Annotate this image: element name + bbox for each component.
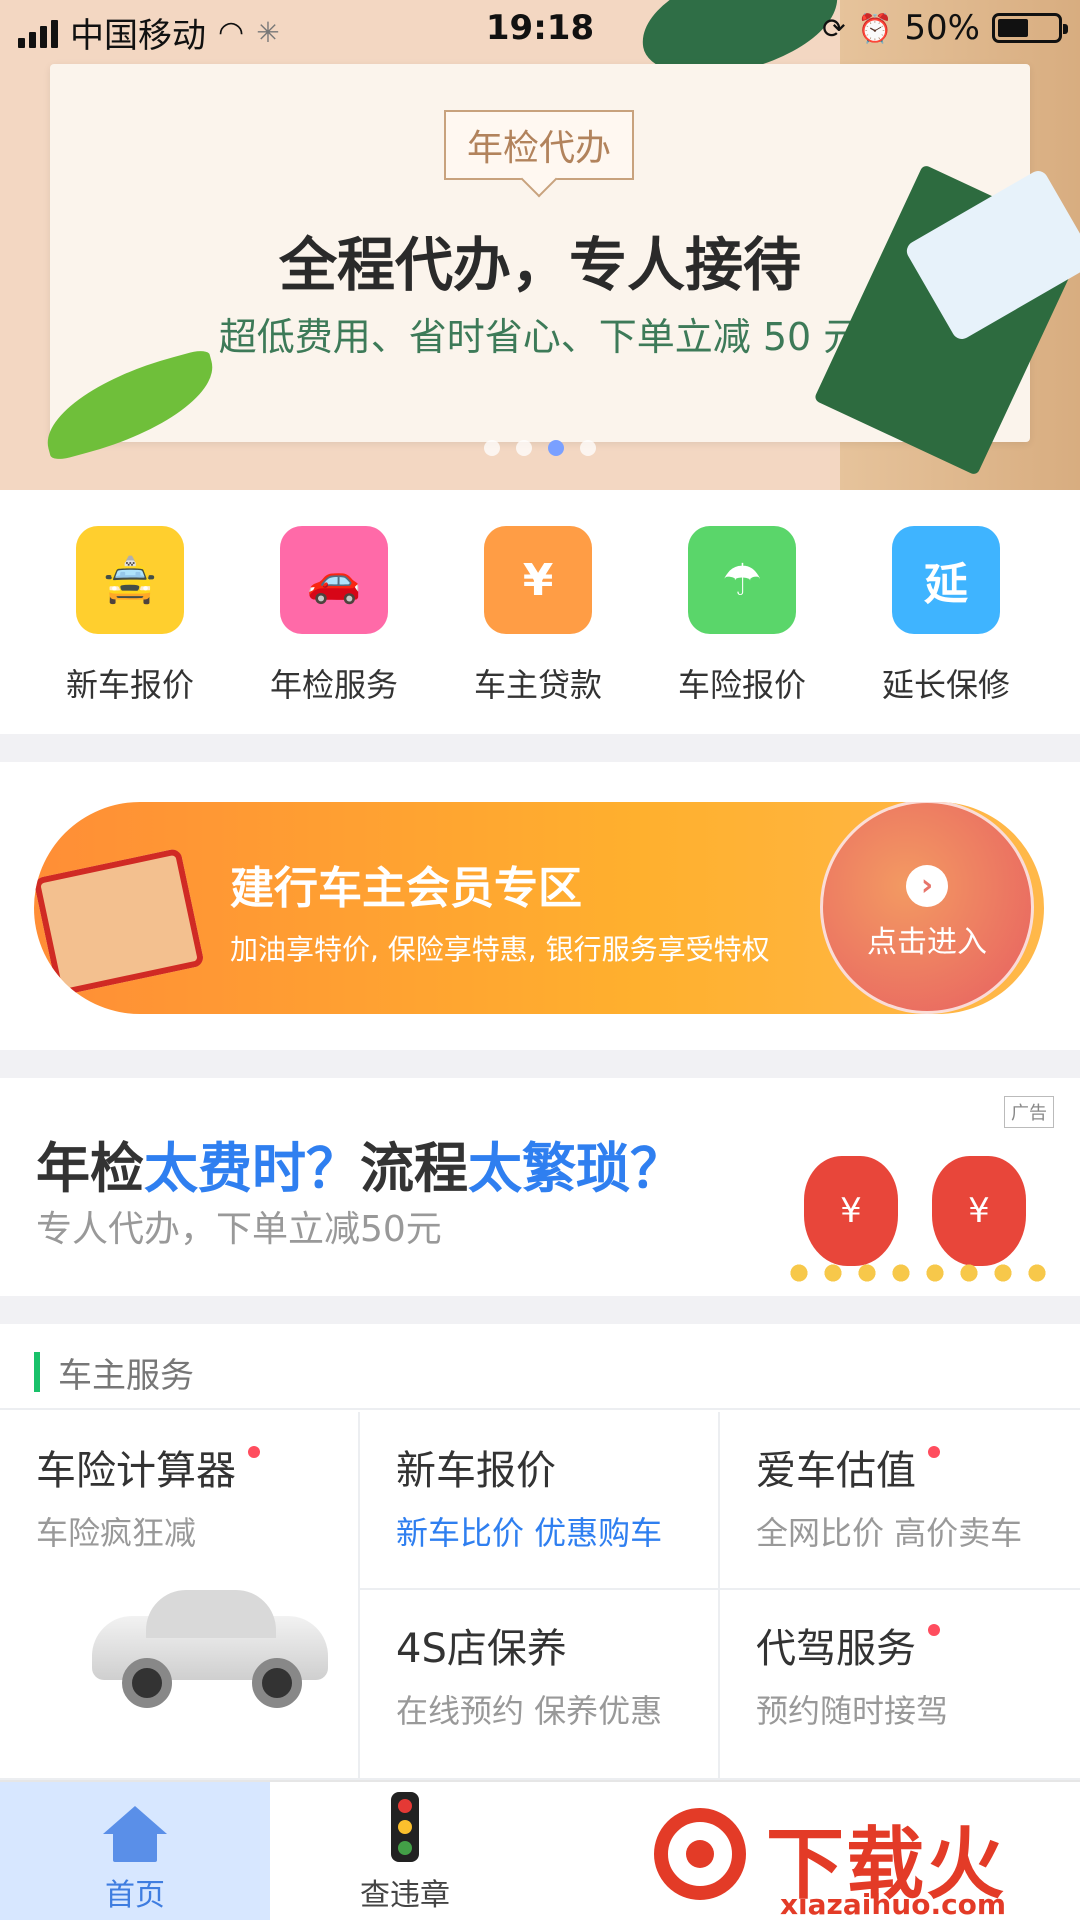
- page-dot-active[interactable]: [548, 440, 564, 456]
- xiazaihuo-watermark-logo: 下载火 xiazaihuo.com: [640, 1776, 1080, 1920]
- service-desc: 新车比价 优惠购车: [396, 1514, 663, 1552]
- tab-violations[interactable]: 查违章: [270, 1782, 540, 1920]
- quick-item-label: 延长保修: [881, 666, 1010, 704]
- alarm-icon: ⏰: [857, 11, 893, 45]
- ad-question: 年检太费时？流程太繁琐？: [36, 1124, 684, 1203]
- money-bags-image: ¥ ¥: [782, 1156, 1052, 1296]
- ad-q-part: 年检: [36, 1137, 144, 1200]
- section-header: 车主服务: [0, 1324, 1080, 1410]
- service-desc: 车险疯狂减: [36, 1514, 197, 1552]
- gift-icon: [34, 847, 205, 997]
- extend-icon: 延: [892, 526, 1000, 634]
- quick-actions: 🚖 新车报价 🚗 年检服务 ¥ 车主贷款 ☂ 车险报价 延 延长保修: [0, 490, 1080, 734]
- new-dot: [248, 1446, 260, 1458]
- service-name: 4S店保养: [396, 1626, 567, 1672]
- promo-subtitle: 加油享特价, 保险享特惠, 银行服务享受特权: [230, 933, 770, 966]
- tab-label: 查违章: [360, 1878, 450, 1913]
- service-name: 代驾服务: [756, 1616, 940, 1674]
- service-name: 新车报价: [396, 1448, 556, 1494]
- enter-label: 点击进入: [867, 925, 987, 960]
- quick-item-label: 车险报价: [677, 666, 806, 704]
- coins-icon: [782, 1256, 1052, 1296]
- ad-banner[interactable]: 广告 年检太费时？流程太繁琐？ 专人代办，下单立减50元 ¥ ¥: [0, 1078, 1080, 1296]
- quick-item-inspection[interactable]: 🚗 年检服务: [244, 526, 424, 706]
- quick-item-loan[interactable]: ¥ 车主贷款: [448, 526, 628, 706]
- ad-subline: 专人代办，下单立减50元: [36, 1209, 442, 1250]
- traffic-light-icon: [391, 1792, 419, 1862]
- quick-item-insurance[interactable]: ☂ 车险报价: [652, 526, 832, 706]
- service-name-text: 车险计算器: [36, 1448, 236, 1494]
- services-grid: 车险计算器 车险疯狂减 新车报价 新车比价 优惠购车 爱车估值 全网比价 高价卖…: [0, 1412, 1080, 1780]
- service-name-text: 爱车估值: [756, 1448, 916, 1494]
- taxi-icon: 🚖: [76, 526, 184, 634]
- tab-home[interactable]: 首页: [0, 1782, 270, 1920]
- quick-item-label: 年检服务: [269, 666, 398, 704]
- battery-icon: [992, 13, 1068, 43]
- page-dot[interactable]: [516, 440, 532, 456]
- service-name: 车险计算器: [36, 1438, 260, 1496]
- owner-services: 车主服务 车险计算器 车险疯狂减 新车报价 新车比价 优惠购车 爱车估值 全网比…: [0, 1324, 1080, 1780]
- service-desc: 预约随时接驾: [756, 1692, 949, 1730]
- enter-button[interactable]: › 点击进入: [820, 802, 1034, 1014]
- status-bar: 中国移动 ◠ ✳ 19:18 ⟳ ⏰ 50%: [0, 0, 1080, 58]
- logo-icon: [654, 1808, 746, 1900]
- money-bag-icon: ¥: [932, 1156, 1026, 1266]
- promo-section: 建行车主会员专区 加油享特价, 保险享特惠, 银行服务享受特权 › 点击进入: [0, 762, 1080, 1050]
- battery-percent: 50%: [904, 8, 980, 48]
- ad-q-part: 太费时？: [144, 1137, 360, 1200]
- banner-pagination[interactable]: [0, 440, 1080, 456]
- tab-label: 首页: [105, 1878, 165, 1913]
- promo-title: 建行车主会员专区: [230, 863, 582, 914]
- member-zone-banner[interactable]: 建行车主会员专区 加油享特价, 保险享特惠, 银行服务享受特权 › 点击进入: [34, 802, 1044, 1014]
- service-4s-maintenance[interactable]: 4S店保养 在线预约 保养优惠: [360, 1590, 720, 1780]
- service-new-car-price[interactable]: 新车报价 新车比价 优惠购车: [360, 1412, 720, 1590]
- banner-tag: 年检代办: [444, 110, 634, 180]
- banner-carousel[interactable]: 年检代办 全程代办，专人接待 超低费用、省时省心、下单立减 50 元: [0, 0, 1080, 490]
- service-designated-driver[interactable]: 代驾服务 预约随时接驾: [720, 1590, 1080, 1780]
- service-car-valuation[interactable]: 爱车估值 全网比价 高价卖车: [720, 1412, 1080, 1590]
- page-dot[interactable]: [484, 440, 500, 456]
- service-insurance-calculator[interactable]: 车险计算器 车险疯狂减: [0, 1412, 360, 1780]
- service-desc: 在线预约 保养优惠: [396, 1692, 663, 1730]
- ad-q-part: 太繁琐？: [468, 1137, 684, 1200]
- section-title: 车主服务: [58, 1356, 194, 1396]
- page-dot[interactable]: [580, 440, 596, 456]
- rotation-lock-icon: ⟳: [822, 11, 846, 45]
- new-dot: [928, 1446, 940, 1458]
- quick-item-label: 新车报价: [65, 666, 194, 704]
- service-name-text: 代驾服务: [756, 1626, 916, 1672]
- quick-item-label: 车主贷款: [473, 666, 602, 704]
- app-screen: 年检代办 全程代办，专人接待 超低费用、省时省心、下单立减 50 元 中国移动 …: [0, 0, 1080, 1920]
- umbrella-icon: ☂: [688, 526, 796, 634]
- service-name: 爱车估值: [756, 1438, 940, 1496]
- car-inspection-icon: 🚗: [280, 526, 388, 634]
- chevron-right-icon: ›: [906, 865, 948, 907]
- service-desc: 全网比价 高价卖车: [756, 1514, 1023, 1552]
- ad-q-part: 流程: [360, 1137, 468, 1200]
- section-accent-bar: [34, 1352, 40, 1392]
- ad-badge: 广告: [1004, 1096, 1054, 1128]
- quick-item-new-car-price[interactable]: 🚖 新车报价: [40, 526, 220, 706]
- logo-en: xiazaihuo.com: [780, 1888, 1007, 1920]
- home-icon: [103, 1806, 167, 1862]
- money-bag-icon: ¥: [804, 1156, 898, 1266]
- quick-item-warranty[interactable]: 延 延长保修: [856, 526, 1036, 706]
- new-dot: [928, 1624, 940, 1636]
- money-bag-icon: ¥: [484, 526, 592, 634]
- car-image: [92, 1590, 328, 1710]
